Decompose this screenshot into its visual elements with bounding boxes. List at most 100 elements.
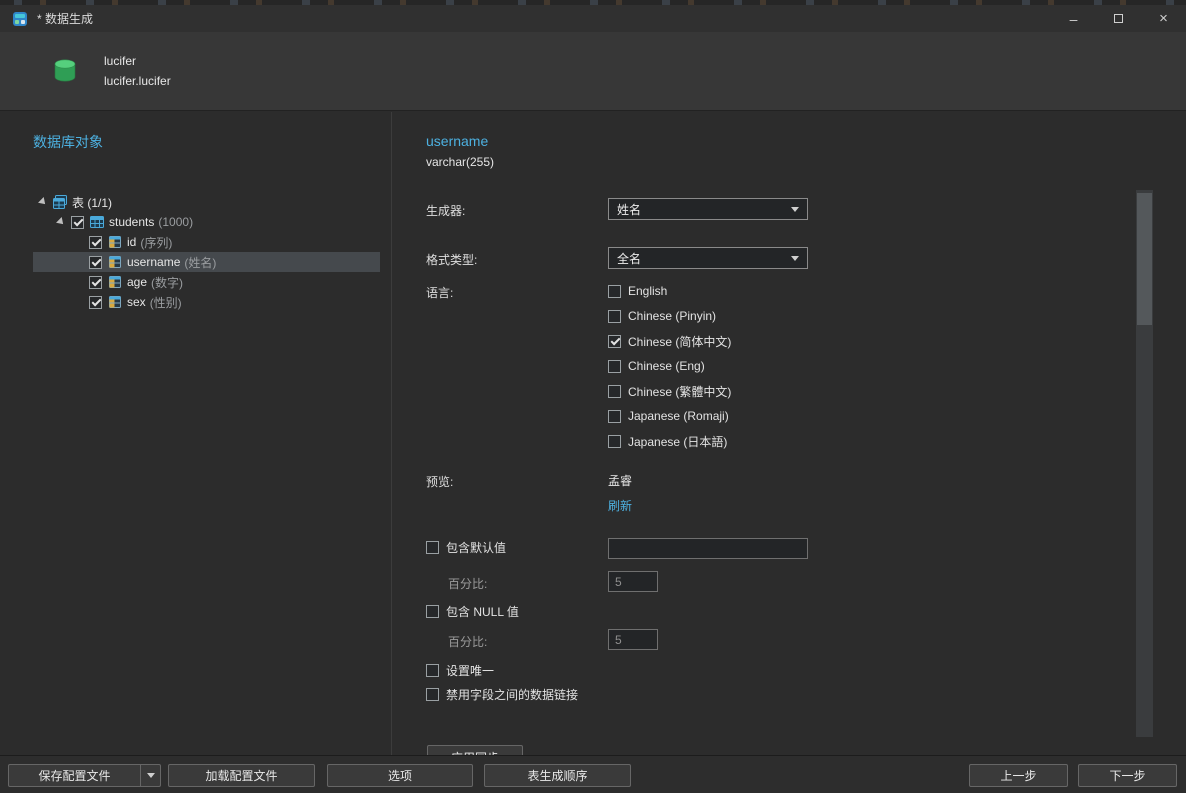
language-option-japanese[interactable]: Japanese (日本語) [608, 433, 731, 449]
tree-item-age[interactable]: age (数字) [33, 272, 380, 292]
checkbox[interactable] [89, 235, 102, 249]
unique-option[interactable]: 设置唯一 [426, 662, 494, 678]
include-default-option[interactable]: 包含默认值 [426, 539, 608, 555]
language-option-label: Chinese (简体中文) [628, 334, 732, 349]
language-option-chinese-pinyin[interactable]: Chinese (Pinyin) [608, 308, 731, 324]
generator-label: 生成器: [426, 204, 466, 218]
tree-item-username[interactable]: username (姓名) [33, 252, 380, 272]
language-option-chinese-eng[interactable]: Chinese (Eng) [608, 358, 731, 374]
window-title: * 数据生成 [37, 12, 94, 26]
tree-item-id[interactable]: id (序列) [33, 232, 380, 252]
clipped-button[interactable]: 应用同步 [427, 745, 523, 755]
close-icon: × [1159, 10, 1168, 27]
database-labels: lucifer lucifer.lucifer [104, 54, 171, 88]
checkbox[interactable] [608, 309, 621, 323]
tree-item-students[interactable]: students (1000) [33, 212, 380, 232]
format-select[interactable]: 全名 [608, 247, 808, 269]
chevron-down-icon [791, 255, 799, 261]
include-default-group: 包含默认值 [426, 538, 608, 559]
checkbox[interactable] [608, 434, 621, 448]
unique-label: 设置唯一 [446, 663, 495, 678]
previous-step-button[interactable]: 上一步 [969, 764, 1068, 787]
checkbox[interactable] [608, 359, 621, 373]
null-percent-label: 百分比: [448, 635, 488, 649]
expand-arrow-icon[interactable] [56, 217, 66, 227]
language-checklist: English Chinese (Pinyin) Chinese (简体中文) … [608, 283, 731, 449]
default-percent-row: 百分比: [426, 571, 1186, 592]
preview-row: 预览: 孟睿 刷新 [426, 472, 1186, 513]
main-area: 数据库对象 表 (1/1) students (1000) id (序列) us… [0, 112, 1186, 755]
null-percent-row: 百分比: [426, 629, 1186, 650]
include-default-row: 包含默认值 [426, 538, 1186, 559]
checkbox[interactable] [608, 409, 621, 423]
checkbox[interactable] [426, 604, 439, 618]
save-profile-button[interactable]: 保存配置文件 [8, 764, 161, 787]
language-option-label: Japanese (Romaji) [628, 409, 729, 423]
vertical-scrollbar[interactable] [1136, 190, 1153, 737]
checkbox[interactable] [89, 255, 102, 269]
checkbox[interactable] [608, 384, 621, 398]
tree-item-suffix: (1000) [158, 215, 194, 229]
checkbox[interactable] [426, 663, 439, 677]
generator-select[interactable]: 姓名 [608, 198, 808, 220]
table-generation-order-button[interactable]: 表生成顺序 [484, 764, 631, 787]
tree-item-label: username [127, 255, 181, 269]
include-null-label: 包含 NULL 值 [446, 604, 519, 619]
checkbox[interactable] [608, 334, 621, 348]
format-label: 格式类型: [426, 253, 478, 267]
tree-item-suffix: (序列) [140, 235, 173, 250]
column-icon [109, 296, 121, 308]
options-button[interactable]: 选项 [327, 764, 473, 787]
language-option-japanese-romaji[interactable]: Japanese (Romaji) [608, 408, 731, 424]
language-option-chinese-simplified[interactable]: Chinese (简体中文) [608, 333, 731, 349]
database-icon [54, 59, 76, 82]
tree-item-tables[interactable]: 表 (1/1) [33, 192, 380, 212]
generator-select-value: 姓名 [617, 202, 642, 217]
field-name: username [426, 133, 489, 149]
chevron-down-icon [791, 206, 799, 212]
load-profile-button[interactable]: 加载配置文件 [168, 764, 315, 787]
language-option-chinese-traditional[interactable]: Chinese (繁體中文) [608, 383, 731, 399]
expand-arrow-icon[interactable] [38, 197, 48, 207]
checkbox[interactable] [89, 275, 102, 289]
maximize-button[interactable] [1096, 5, 1141, 32]
tree-item-sex[interactable]: sex (性别) [33, 292, 380, 312]
database-objects-tree: 表 (1/1) students (1000) id (序列) username… [33, 192, 380, 312]
titlebar: * 数据生成 – × [0, 5, 1186, 32]
checkbox[interactable] [71, 215, 84, 229]
connection-header: lucifer lucifer.lucifer [0, 32, 1186, 111]
next-step-button[interactable]: 下一步 [1078, 764, 1177, 787]
tree-item-label: students [109, 215, 155, 229]
null-percent-input[interactable] [608, 629, 658, 650]
checkbox[interactable] [426, 687, 439, 701]
language-option-english[interactable]: English [608, 283, 731, 299]
disable-link-option[interactable]: 禁用字段之间的数据链接 [426, 686, 578, 702]
checkbox[interactable] [608, 284, 621, 298]
language-row: 语言: English Chinese (Pinyin) Chinese (简体… [426, 283, 1186, 449]
checkbox[interactable] [426, 540, 439, 554]
default-percent-input[interactable] [608, 571, 658, 592]
checkbox[interactable] [89, 295, 102, 309]
include-null-option[interactable]: 包含 NULL 值 [426, 603, 519, 619]
tree-item-suffix: (性别) [149, 295, 182, 310]
database-name: lucifer [104, 54, 137, 68]
column-icon [109, 276, 121, 288]
refresh-link[interactable]: 刷新 [608, 497, 632, 513]
tree-item-label: 表 (1/1) [72, 195, 113, 210]
default-value-input[interactable] [608, 538, 808, 559]
tree-item-label: age [127, 275, 148, 289]
save-profile-label: 保存配置文件 [38, 769, 111, 783]
field-type: varchar(255) [426, 155, 495, 169]
chevron-down-icon [146, 773, 155, 778]
minimize-button[interactable]: – [1051, 5, 1096, 32]
maximize-icon [1114, 14, 1123, 23]
preview-value: 孟睿 [608, 474, 633, 488]
options-label: 选项 [387, 769, 412, 783]
field-settings-form: 生成器: 姓名 格式类型: 全名 语言: English Chinese (Pi… [426, 198, 1186, 755]
close-button[interactable]: × [1141, 5, 1186, 32]
save-profile-dropdown[interactable] [140, 765, 160, 786]
scrollbar-thumb[interactable] [1137, 193, 1152, 325]
column-icon [109, 256, 121, 268]
field-settings-panel: username varchar(255) 生成器: 姓名 格式类型: 全名 语… [392, 112, 1186, 755]
column-icon [109, 236, 121, 248]
